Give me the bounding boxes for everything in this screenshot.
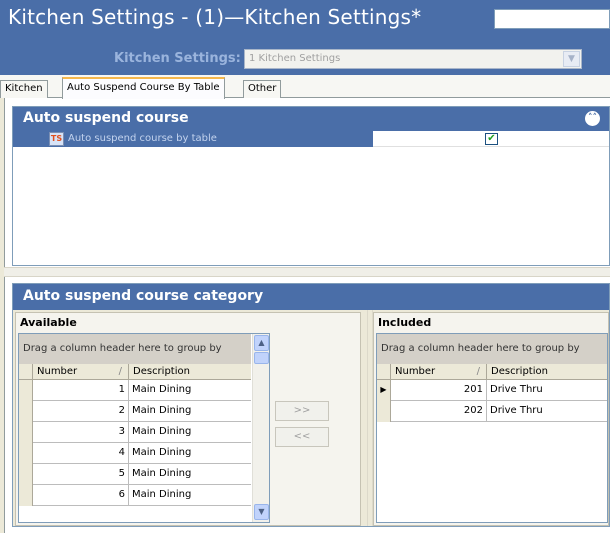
scroll-thumb[interactable] bbox=[254, 352, 269, 364]
cell-description: Main Dining bbox=[132, 489, 192, 500]
section-header: Auto suspend course ˄˄ bbox=[13, 107, 609, 131]
column-headers: Number / Description bbox=[19, 364, 251, 380]
column-header-number[interactable]: Number / bbox=[391, 364, 487, 380]
available-title: Available bbox=[20, 316, 77, 329]
row-selector[interactable] bbox=[19, 485, 33, 506]
cell-number: 1 bbox=[33, 380, 129, 401]
double-chevron-up-icon[interactable]: ˄˄ bbox=[585, 111, 600, 126]
property-value-cell: ✔ bbox=[373, 131, 609, 147]
cell-number: 6 bbox=[33, 485, 129, 506]
section-title: Auto suspend course bbox=[23, 110, 189, 126]
title-bar: Kitchen Settings - (1)—Kitchen Settings* bbox=[0, 0, 610, 44]
add-button[interactable]: >> bbox=[275, 401, 329, 421]
row-selector[interactable] bbox=[19, 464, 33, 485]
scroll-down-icon[interactable]: ▼ bbox=[254, 504, 269, 520]
column-number-label: Number bbox=[395, 366, 436, 377]
table-row[interactable]: ▶ 201 Drive Thru bbox=[377, 380, 607, 401]
table-row[interactable]: 1 Main Dining bbox=[19, 380, 251, 401]
splitter[interactable] bbox=[4, 267, 610, 277]
cell-number: 202 bbox=[391, 401, 487, 422]
category-header: Auto suspend course category bbox=[13, 284, 609, 310]
selector-value: 1 Kitchen Settings bbox=[249, 53, 341, 64]
tab-auto-suspend-course-by-table[interactable]: Auto Suspend Course By Table bbox=[62, 77, 225, 99]
column-header-description[interactable]: Description bbox=[129, 364, 251, 380]
auto-suspend-category-section: Auto suspend course category Available D… bbox=[12, 283, 610, 527]
row-selector[interactable] bbox=[377, 401, 391, 422]
tab-other[interactable]: Other bbox=[243, 80, 282, 98]
row-selector[interactable] bbox=[19, 380, 33, 401]
row-selector[interactable] bbox=[19, 443, 33, 464]
group-by-area[interactable]: Drag a column header here to group by bbox=[377, 334, 607, 364]
tab-strip: Kitchen Auto Suspend Course By Table Oth… bbox=[0, 75, 610, 99]
selector-label: Kitchen Settings: bbox=[114, 51, 241, 66]
sort-indicator: / bbox=[476, 366, 480, 377]
cell-number: 201 bbox=[391, 380, 487, 401]
cell-number: 5 bbox=[33, 464, 129, 485]
group-by-hint: Drag a column header here to group by bbox=[381, 343, 580, 354]
cell-description: Drive Thru bbox=[490, 384, 543, 395]
auto-suspend-checkbox[interactable]: ✔ bbox=[485, 133, 498, 145]
tab-kitchen[interactable]: Kitchen bbox=[0, 80, 48, 98]
table-row[interactable]: 202 Drive Thru bbox=[377, 401, 607, 422]
cell-description: Main Dining bbox=[132, 447, 192, 458]
table-row[interactable]: 4 Main Dining bbox=[19, 443, 251, 464]
included-title: Included bbox=[378, 316, 432, 329]
table-row[interactable]: 6 Main Dining bbox=[19, 485, 251, 506]
row-selector[interactable] bbox=[19, 422, 33, 443]
auto-suspend-course-section: Auto suspend course ˄˄ TS Auto suspend c… bbox=[12, 106, 610, 266]
cell-description: Main Dining bbox=[132, 468, 192, 479]
selector-row: Kitchen Settings: 1 Kitchen Settings ▼ bbox=[0, 44, 610, 75]
cell-number: 3 bbox=[33, 422, 129, 443]
remove-button[interactable]: << bbox=[275, 427, 329, 447]
included-grid: Drag a column header here to group by Nu… bbox=[376, 333, 608, 523]
scroll-up-icon[interactable]: ▲ bbox=[254, 335, 269, 351]
cell-number: 2 bbox=[33, 401, 129, 422]
table-row[interactable]: 5 Main Dining bbox=[19, 464, 251, 485]
table-row[interactable]: 3 Main Dining bbox=[19, 422, 251, 443]
available-grid: Drag a column header here to group by Nu… bbox=[18, 333, 270, 523]
sort-indicator: / bbox=[118, 366, 122, 377]
category-title: Auto suspend course category bbox=[23, 288, 264, 304]
row-selector-header bbox=[19, 364, 33, 380]
column-header-description[interactable]: Description bbox=[487, 364, 607, 380]
title-search-input[interactable] bbox=[494, 9, 610, 29]
property-label: Auto suspend course by table bbox=[68, 133, 217, 144]
included-panel: Included Drag a column header here to gr… bbox=[373, 312, 609, 526]
column-number-label: Number bbox=[37, 366, 78, 377]
column-header-number[interactable]: Number / bbox=[33, 364, 129, 380]
cell-number: 4 bbox=[33, 443, 129, 464]
cell-description: Main Dining bbox=[132, 384, 192, 395]
cell-description: Main Dining bbox=[132, 405, 192, 416]
current-row-indicator-icon[interactable]: ▶ bbox=[377, 380, 391, 401]
property-row[interactable]: TS Auto suspend course by table ✔ bbox=[13, 131, 609, 147]
window-title: Kitchen Settings - (1)—Kitchen Settings* bbox=[8, 5, 422, 29]
group-by-area[interactable]: Drag a column header here to group by bbox=[19, 334, 251, 364]
cell-description: Drive Thru bbox=[490, 405, 543, 416]
cell-description: Main Dining bbox=[132, 426, 192, 437]
column-headers: Number / Description bbox=[377, 364, 607, 380]
row-selector-header bbox=[377, 364, 391, 380]
group-by-hint: Drag a column header here to group by bbox=[23, 343, 222, 354]
vertical-scrollbar[interactable]: ▲ ▼ bbox=[252, 334, 269, 522]
table-row[interactable]: 2 Main Dining bbox=[19, 401, 251, 422]
ts-option-icon: TS bbox=[49, 132, 64, 146]
kitchen-settings-select[interactable]: 1 Kitchen Settings ▼ bbox=[244, 49, 582, 69]
row-selector[interactable] bbox=[19, 401, 33, 422]
chevron-down-icon[interactable]: ▼ bbox=[563, 51, 580, 67]
property-name-cell: TS Auto suspend course by table bbox=[13, 131, 373, 147]
